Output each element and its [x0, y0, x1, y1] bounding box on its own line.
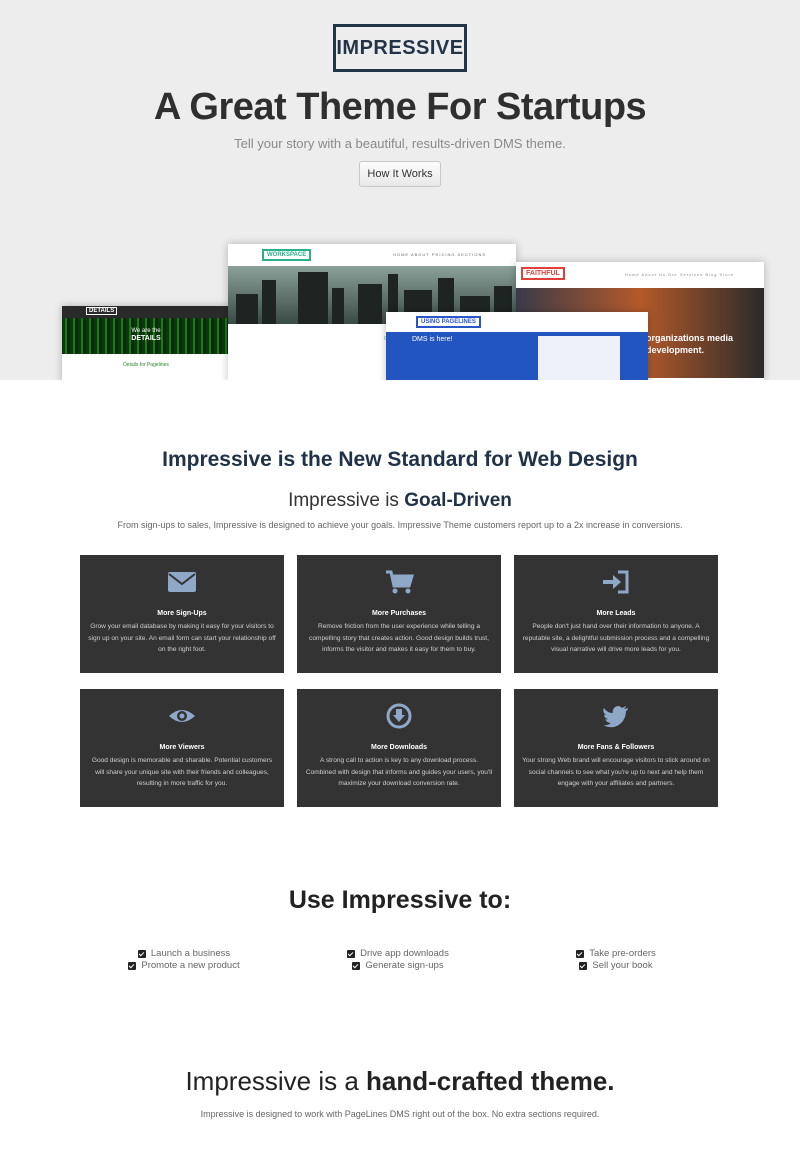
feature-card-leads: More Leads People don't just hand over t…	[514, 555, 718, 673]
download-icon	[297, 703, 501, 731]
checkbox-icon	[576, 950, 585, 958]
feature-title: More Viewers	[159, 744, 205, 751]
use-item-label: Take pre-orders	[589, 948, 656, 959]
mockup-details-headline: DETAILS	[131, 335, 161, 342]
mockup-faithful-headline: organizations media development.	[646, 333, 734, 355]
feature-title: More Leads	[596, 610, 636, 617]
mockup-pagelines: USING PAGELINES DMS is here!	[386, 312, 648, 380]
use-item: Drive app downloads	[298, 948, 498, 960]
hero-subtitle: Tell your story with a beautiful, result…	[234, 136, 566, 151]
feature-text: Your strong Web brand will encourage vis…	[522, 757, 710, 787]
mockup-details-caption: Details for Pagelines	[123, 362, 169, 368]
use-column-1: Launch a business Promote a new product	[84, 948, 284, 972]
feature-card-viewers: More Viewers Good design is memorable an…	[80, 689, 284, 807]
feature-title: More Downloads	[370, 744, 427, 751]
use-item-label: Sell your book	[592, 960, 653, 971]
logo-text: IMPRESSIVE	[336, 36, 464, 59]
mockup-pagelines-tag: USING PAGELINES	[416, 316, 481, 328]
craft-bold: hand-crafted theme.	[366, 1066, 615, 1096]
checkbox-icon	[128, 962, 137, 970]
mockup-workspace-nav: HOME ABOUT PRICING SECTIONS	[393, 252, 486, 257]
site-logo[interactable]: IMPRESSIVE	[333, 24, 467, 72]
use-column-2: Drive app downloads Generate sign-ups	[298, 948, 498, 972]
use-item-label: Drive app downloads	[360, 948, 449, 959]
feature-title: More Purchases	[371, 610, 427, 617]
checkbox-icon	[137, 950, 146, 958]
feature-text: Grow your email database by making it ea…	[88, 623, 276, 653]
use-title: Use Impressive to:	[288, 886, 512, 914]
use-column-3: Take pre-orders Sell your book	[516, 948, 716, 972]
use-item-label: Promote a new product	[141, 960, 240, 971]
use-item: Promote a new product	[84, 960, 284, 972]
feature-title: More Sign-Ups	[157, 610, 207, 617]
feature-text: A strong call to action is key to any do…	[305, 757, 493, 787]
hero-title: A Great Theme For Startups	[153, 86, 647, 128]
mockup-pagelines-headline: DMS is here!	[412, 336, 453, 343]
cart-icon	[297, 569, 501, 597]
goal-heading: Impressive is Goal-Driven	[0, 490, 800, 512]
mockup-faithful-nav: Home About Us Our Services Blog Store	[624, 272, 734, 277]
mockup-faithful-tag: FAITHFUL	[521, 267, 565, 280]
goal-description: From sign-ups to sales, Impressive is de…	[117, 520, 683, 530]
goal-prefix: Impressive is	[288, 490, 405, 511]
feature-card-downloads: More Downloads A strong call to action i…	[297, 689, 501, 807]
checkbox-icon	[579, 962, 588, 970]
feature-card-purchases: More Purchases Remove friction from the …	[297, 555, 501, 673]
sign-in-icon	[514, 569, 718, 597]
feature-card-signups: More Sign-Ups Grow your email database b…	[80, 555, 284, 673]
craft-prefix: Impressive is a	[185, 1066, 367, 1096]
use-item: Generate sign-ups	[298, 960, 498, 972]
feature-text: People don't just hand over their inform…	[522, 623, 710, 653]
feature-title: More Fans & Followers	[577, 744, 655, 751]
mockup-details-hero: We are the DETAILS	[62, 318, 230, 354]
mockup-pagelines-thumbnail	[538, 336, 620, 380]
mockup-details-tag: DETAILS	[86, 307, 118, 315]
goal-bold: Goal-Driven	[404, 490, 512, 511]
feature-card-followers: More Fans & Followers Your strong Web br…	[514, 689, 718, 807]
use-item: Take pre-orders	[516, 948, 716, 960]
use-item: Launch a business	[84, 948, 284, 960]
hero-section: IMPRESSIVE A Great Theme For Startups Te…	[0, 0, 800, 380]
how-it-works-button[interactable]: How It Works	[359, 161, 441, 187]
use-item: Sell your book	[516, 960, 716, 972]
feature-text: Remove friction from the user experience…	[309, 623, 489, 653]
craft-description: Impressive is designed to work with Page…	[200, 1109, 600, 1119]
mockup-workspace-tag: WORKSPACE	[262, 249, 312, 261]
twitter-icon	[514, 703, 718, 731]
checkbox-icon	[347, 950, 356, 958]
use-item-label: Launch a business	[150, 948, 231, 959]
feature-text: Good design is memorable and sharable. P…	[91, 757, 273, 787]
envelope-icon	[80, 569, 284, 597]
use-item-label: Generate sign-ups	[365, 960, 444, 971]
section-heading: Impressive is the New Standard for Web D…	[162, 448, 638, 471]
mockup-details: DETAILS We are the DETAILS Details for P…	[62, 306, 230, 380]
eye-icon	[80, 703, 284, 731]
mockup-details-small: We are the	[131, 328, 161, 334]
checkbox-icon	[352, 962, 361, 970]
craft-heading: Impressive is a hand-crafted theme.	[0, 1066, 800, 1097]
